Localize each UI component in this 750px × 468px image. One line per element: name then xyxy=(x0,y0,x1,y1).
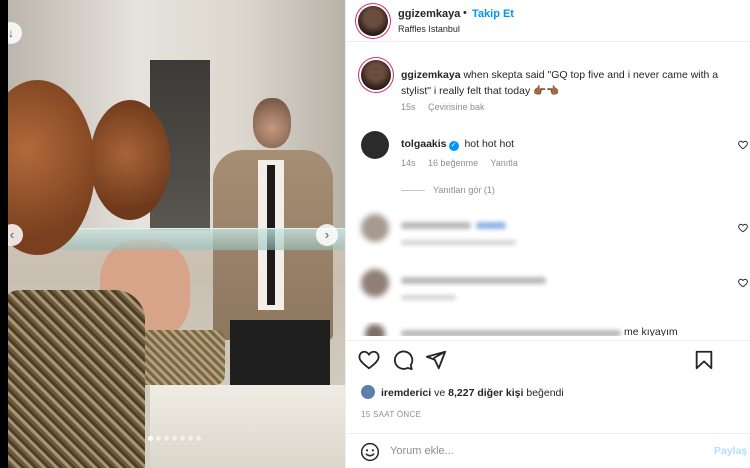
commenter-avatar[interactable] xyxy=(361,131,389,159)
comment-like-heart-icon[interactable] xyxy=(738,140,748,152)
bookmark-icon[interactable] xyxy=(693,349,717,373)
left-edge xyxy=(0,0,8,468)
comment-item-partial: me kıyayım xyxy=(346,322,750,336)
post-timestamp[interactable]: 15 SAAT ÖNCE xyxy=(361,410,421,419)
partial-comment-tail: me kıyayım xyxy=(624,326,678,336)
view-replies-link[interactable]: Yanıtları gör (1) xyxy=(401,185,495,195)
author-username[interactable]: ggizemkaya xyxy=(398,8,460,20)
commenter-avatar[interactable] xyxy=(361,214,389,242)
verified-badge-icon: ✓ xyxy=(448,141,459,151)
follow-button[interactable]: Takip Et xyxy=(472,8,514,20)
action-bar xyxy=(346,340,750,380)
liker-username[interactable]: iremderici xyxy=(381,387,431,399)
smiley-icon[interactable] xyxy=(360,442,384,466)
comment-meta: 14s 16 beğenme Yanıtla xyxy=(401,158,528,168)
photo-woman-reflection-hair xyxy=(90,100,170,220)
carousel-dot xyxy=(188,436,193,441)
post-sidebar: ggizemkaya • Takip Et Raffles Istanbul g… xyxy=(345,0,750,468)
location-link[interactable]: Raffles Istanbul xyxy=(398,24,460,34)
blurred-text xyxy=(401,222,471,229)
commenter-avatar[interactable] xyxy=(361,269,389,297)
carousel-next-button[interactable]: › xyxy=(316,224,338,246)
blurred-meta xyxy=(401,240,516,245)
comment-like-heart-icon[interactable] xyxy=(738,223,748,235)
comment-input[interactable] xyxy=(390,442,690,460)
photo-man-head xyxy=(253,98,291,148)
comment-text: hot hot hot xyxy=(464,138,515,150)
post-header: ggizemkaya • Takip Et Raffles Istanbul xyxy=(346,0,750,42)
photo-glass-shelf xyxy=(40,228,345,250)
send-icon[interactable] xyxy=(425,349,449,373)
caption-author-avatar[interactable] xyxy=(361,60,391,90)
reply-button[interactable]: Yanıtla xyxy=(490,158,517,168)
liker-avatar[interactable] xyxy=(361,385,375,399)
likes-suffix: beğendi xyxy=(526,387,564,399)
blurred-text xyxy=(401,330,621,336)
replies-line xyxy=(401,190,425,192)
caption-meta: 15s Çevirisine bak xyxy=(401,102,495,112)
header-separator: • xyxy=(463,7,467,19)
carousel-dot xyxy=(172,436,177,441)
comment-icon[interactable] xyxy=(392,349,416,373)
comment-bar: Paylaş xyxy=(346,433,750,468)
photo-counter xyxy=(150,385,345,468)
translate-link[interactable]: Çevirisine bak xyxy=(428,102,485,112)
blurred-text xyxy=(476,222,506,229)
caption-time: 15s xyxy=(401,102,416,112)
post-comment-button[interactable]: Paylaş xyxy=(714,445,747,457)
carousel-dot xyxy=(156,436,161,441)
carousel-dot xyxy=(180,436,185,441)
photo-man-legs xyxy=(230,320,330,390)
comment-likes[interactable]: 16 beğenme xyxy=(428,158,478,168)
author-avatar[interactable] xyxy=(358,6,388,36)
caption-author[interactable]: ggizemkaya xyxy=(401,69,461,81)
comment-author[interactable]: tolgaakis xyxy=(401,138,447,150)
post-photo[interactable]: ↓ ‹ › xyxy=(0,0,345,468)
photo-woman-dress xyxy=(0,290,145,468)
carousel-dot xyxy=(148,436,153,441)
commenter-avatar[interactable] xyxy=(365,324,385,336)
blurred-meta xyxy=(401,295,456,300)
carousel-dot xyxy=(196,436,201,441)
likes-summary: iremderici ve 8,227 diğer kişi beğendi xyxy=(346,383,750,403)
view-replies-label: Yanıtları gör (1) xyxy=(433,185,495,195)
comment-like-heart-icon[interactable] xyxy=(738,278,748,290)
carousel-dots xyxy=(148,436,201,441)
heart-icon[interactable] xyxy=(358,349,382,373)
blurred-text xyxy=(401,277,546,284)
carousel-dot xyxy=(164,436,169,441)
likes-connector: ve xyxy=(434,387,446,399)
photo-woman-reflection-dress xyxy=(135,330,225,385)
likes-others[interactable]: 8,227 diğer kişi xyxy=(448,387,523,399)
comment-time: 14s xyxy=(401,158,416,168)
